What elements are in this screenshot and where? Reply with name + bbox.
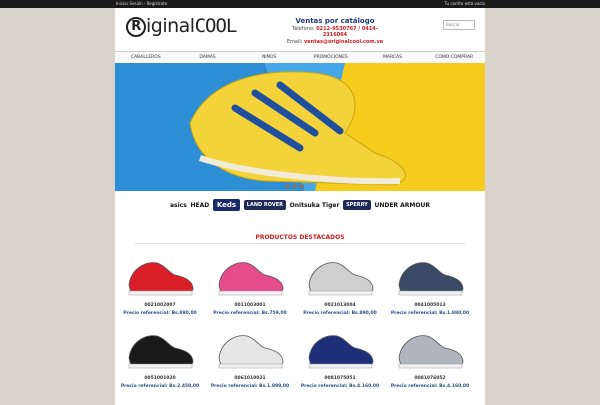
hero-banner[interactable]: ● ● ● xyxy=(115,63,485,191)
product-card[interactable]: 0081076052 Precio referencial: Bs.4.160,0… xyxy=(385,326,475,396)
nav-item-promociones[interactable]: PROMOCIONES xyxy=(300,52,362,63)
product-image[interactable] xyxy=(303,255,377,299)
banner-slider-dots[interactable]: ● ● ● xyxy=(285,183,305,190)
product-card[interactable]: 0011003001 Precio referencial: Bs.759,00 xyxy=(205,253,295,323)
contact-info: Ventas por catálogo Telefono: 0212-95307… xyxy=(280,17,390,45)
product-card[interactable]: 0021013004 Precio referencial: Bs.890,00 xyxy=(295,253,385,323)
product-price: Precio referencial: Bs.4.160,00 xyxy=(390,384,470,389)
nav-item-caballeros[interactable]: CABALLEROS xyxy=(115,52,177,63)
product-code[interactable]: 0081075051 xyxy=(295,376,385,381)
product-price: Precio referencial: Bs.890,00 xyxy=(123,311,197,316)
product-card[interactable]: 0061010021 Precio referencial: Bs.1.899,0… xyxy=(205,326,295,396)
cart-status-link[interactable]: Tu carrito está vacío xyxy=(445,1,485,6)
contact-title: Ventas por catálogo xyxy=(295,17,375,25)
brand-head[interactable]: HEAD xyxy=(190,202,209,209)
top-bar: Iniciar Sesión - Regístrate Tu carrito e… xyxy=(0,0,600,8)
product-code[interactable]: 0061010021 xyxy=(205,376,295,381)
brand-asics[interactable]: asics xyxy=(170,202,187,209)
featured-products-title: PRODUCTOS DESTACADOS xyxy=(255,234,345,241)
brand-onitsuka-tiger[interactable]: Onitsuka Tiger xyxy=(290,202,340,209)
product-price: Precio referencial: Bs.890,00 xyxy=(303,311,377,316)
product-card[interactable]: 0051001020 Precio referencial: Bs.2.450,0… xyxy=(115,326,205,396)
product-price: Precio referencial: Bs.1.899,00 xyxy=(210,384,290,389)
email-value[interactable]: ventas@originalcool.com.ve xyxy=(304,39,383,45)
product-image[interactable] xyxy=(393,255,467,299)
product-code[interactable]: 0011003001 xyxy=(205,303,295,308)
product-card[interactable]: 0041005013 Precio referencial: Bs.1.880,0… xyxy=(385,253,475,323)
phone-label: Telefono: xyxy=(292,26,315,32)
product-image[interactable] xyxy=(123,255,197,299)
logo-text-cool: COOL xyxy=(194,15,238,37)
contact-email: Email: ventas@originalcool.com.ve xyxy=(280,39,390,45)
product-code[interactable]: 0041005013 xyxy=(385,303,475,308)
brand-under-armour[interactable]: UNDER ARMOUR xyxy=(374,202,430,209)
site-logo[interactable]: RiginalCOOL xyxy=(126,15,246,45)
product-code[interactable]: 0081076052 xyxy=(385,376,475,381)
brand-strip: asics HEAD Keds LAND ROVER Onitsuka Tige… xyxy=(170,196,430,214)
product-code[interactable]: 0021013004 xyxy=(295,303,385,308)
nav-item-damas[interactable]: DAMAS xyxy=(177,52,239,63)
nav-item-ninos[interactable]: NIÑOS xyxy=(238,52,300,63)
phone-value: 0212-9530767 / 0414-2316064 xyxy=(316,26,378,38)
product-card[interactable]: 0081075051 Precio referencial: Bs.4.160,0… xyxy=(295,326,385,396)
brand-sperry[interactable]: SPERRY xyxy=(343,200,371,210)
product-price: Precio referencial: Bs.1.880,00 xyxy=(390,311,470,316)
logo-text-iginal: iginal xyxy=(146,15,195,37)
product-price: Precio referencial: Bs.759,00 xyxy=(213,311,287,316)
product-price: Precio referencial: Bs.2.450,00 xyxy=(120,384,200,389)
email-label: Email: xyxy=(286,39,303,45)
product-code[interactable]: 0051001020 xyxy=(115,376,205,381)
product-image[interactable] xyxy=(213,255,287,299)
product-image[interactable] xyxy=(123,328,197,372)
product-card[interactable]: 0021002007 Precio referencial: Bs.890,00 xyxy=(115,253,205,323)
nav-item-como-comprar[interactable]: COMO COMPRAR xyxy=(423,52,485,63)
product-image[interactable] xyxy=(393,328,467,372)
product-code[interactable]: 0021002007 xyxy=(115,303,205,308)
section-divider xyxy=(135,243,465,244)
login-register-link[interactable]: Iniciar Sesión - Regístrate xyxy=(116,1,167,6)
brand-land-rover[interactable]: LAND ROVER xyxy=(243,200,286,210)
page-container: RiginalCOOL Ventas por catálogo Telefono… xyxy=(115,8,485,405)
logo-r-mark: R xyxy=(126,16,146,37)
product-image[interactable] xyxy=(303,328,377,372)
brand-keds[interactable]: Keds xyxy=(212,199,241,211)
contact-phone: Telefono: 0212-9530767 / 0414-2316064 xyxy=(280,26,390,38)
banner-image xyxy=(115,63,485,191)
search-input[interactable]: Buscar xyxy=(443,20,475,30)
product-image[interactable] xyxy=(213,328,287,372)
product-price: Precio referencial: Bs.4.160,00 xyxy=(300,384,380,389)
nav-item-marcas[interactable]: MARCAS xyxy=(362,52,424,63)
